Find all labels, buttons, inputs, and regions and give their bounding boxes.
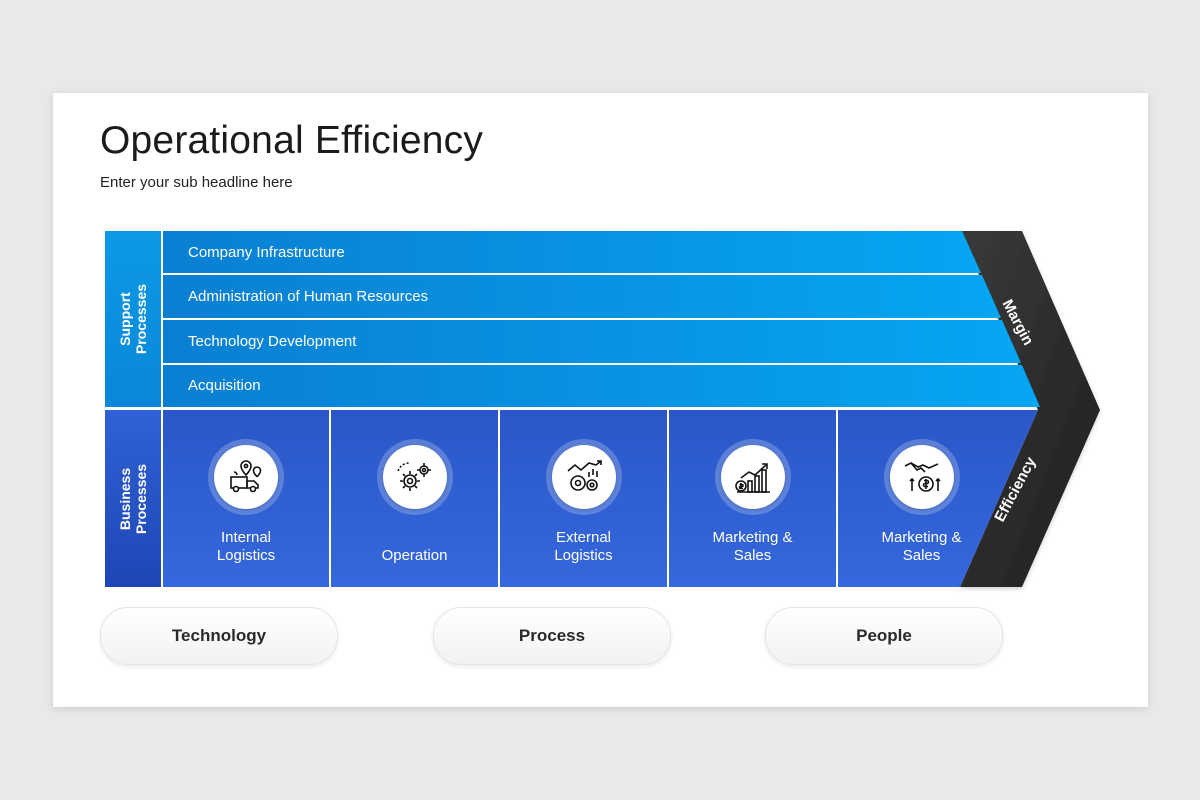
support-processes-label: Support Processes xyxy=(117,283,149,355)
slide: Operational Efficiency Enter your sub he… xyxy=(53,93,1148,707)
business-processes-label: Business Processes xyxy=(117,463,149,534)
pill-process: Process xyxy=(433,607,671,665)
support-row-label: Technology Development xyxy=(188,333,357,350)
support-row-label: Administration of Human Resources xyxy=(188,288,429,305)
business-cell-marketing-sales: Marketing & Sales xyxy=(669,410,836,587)
page-subtitle: Enter your sub headline here xyxy=(100,174,293,191)
business-cell-label: Internal Logistics xyxy=(216,529,276,564)
logistics-icon xyxy=(230,460,262,493)
support-row-label: Company Infrastructure xyxy=(188,244,345,261)
chart-gears-icon xyxy=(566,460,602,491)
growth-chart-icon xyxy=(734,463,770,493)
business-cell-label: External Logistics xyxy=(554,529,613,564)
pill-technology: Technology xyxy=(100,607,338,665)
business-cell-label: Marketing & Sales xyxy=(881,529,962,564)
business-cell-marketing-sales-2: Marketing & Sales xyxy=(838,410,1005,587)
business-cell-operation: Operation xyxy=(331,410,498,587)
business-cell-external-logistics: External Logistics xyxy=(500,410,667,587)
support-row-label: Acquisition xyxy=(188,377,261,394)
support-row-4 xyxy=(163,365,1040,407)
page-title: Operational Efficiency xyxy=(100,119,484,162)
handshake-money-icon xyxy=(904,462,941,492)
value-chain-diagram: Support Processes Business Processes Com… xyxy=(100,226,1110,596)
business-cell-label: Marketing & Sales xyxy=(712,529,793,564)
pill-people: People xyxy=(765,607,1003,665)
gears-icon xyxy=(396,462,431,491)
business-cell-label: Operation xyxy=(381,547,448,564)
business-cell-internal-logistics: Internal Logistics xyxy=(163,410,329,587)
